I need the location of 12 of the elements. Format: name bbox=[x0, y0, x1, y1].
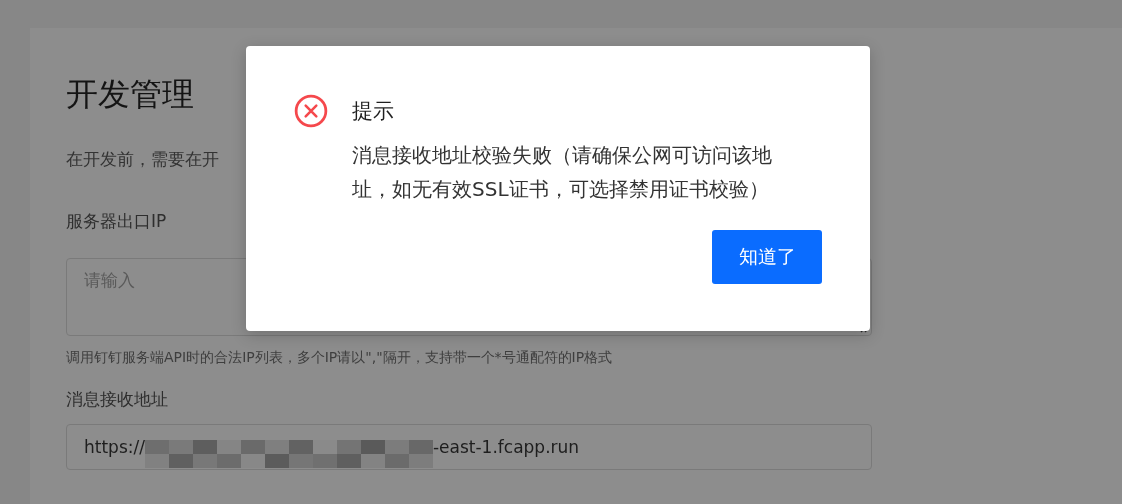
field-label: 服务器出口IP bbox=[66, 210, 167, 233]
field-label: 消息接收地址 bbox=[66, 388, 168, 411]
dialog-title: 提示 bbox=[352, 98, 394, 125]
error-icon bbox=[294, 94, 328, 128]
ok-button[interactable]: 知道了 bbox=[712, 230, 822, 284]
dialog-message: 消息接收地址校验失败（请确保公网可访问该地址，如无有效SSL证书，可选择禁用证书校验） bbox=[352, 142, 773, 203]
url-input[interactable]: https:// -east-1.fcapp.run bbox=[66, 424, 872, 470]
help-text: 调用钉钉服务端API时的合法IP列表，多个IP请以","隔开，支持带一个*号通配符的IP格式 bbox=[66, 348, 613, 367]
input-value: -east-1.fcapp.run bbox=[432, 437, 580, 457]
description-text: 在开发前，需要在开 bbox=[66, 148, 219, 171]
page-title: 开发管理 bbox=[66, 74, 194, 115]
input-value: https:// bbox=[84, 437, 145, 457]
